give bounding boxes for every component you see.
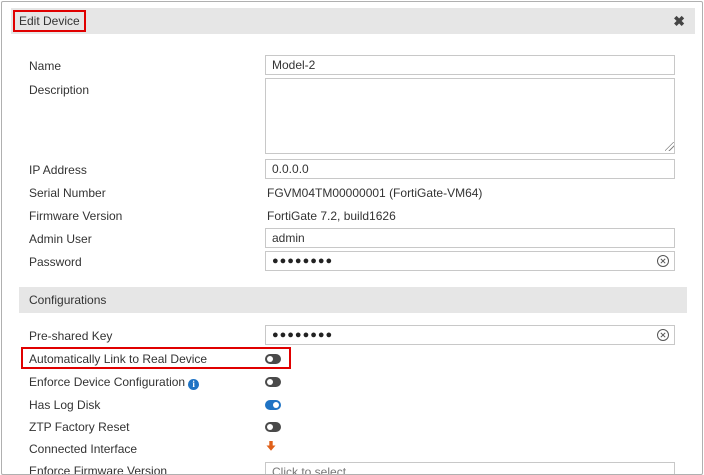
has-log-disk-toggle[interactable] [265, 400, 281, 410]
pre-shared-key-label: Pre-shared Key [29, 329, 113, 343]
dialog-titlebar: Edit Device ✖ [11, 8, 695, 34]
configurations-section-header: Configurations [19, 287, 687, 313]
name-label: Name [29, 59, 62, 73]
enforce-config-text: Enforce Device Configuration [29, 375, 186, 389]
enforce-firmware-label: Enforce Firmware Version [29, 464, 168, 475]
password-mask: ●●●●●●●● [272, 255, 334, 267]
name-input[interactable] [265, 55, 675, 75]
info-icon[interactable]: i [188, 379, 200, 390]
firmware-version-value: FortiGate 7.2, build1626 [267, 209, 396, 223]
clear-icon[interactable] [656, 328, 670, 342]
pre-shared-key-mask: ●●●●●●●● [272, 329, 334, 341]
admin-user-input[interactable] [265, 228, 675, 248]
ip-address-input[interactable] [265, 159, 675, 179]
auto-link-toggle[interactable] [265, 354, 281, 364]
password-label: Password [29, 255, 82, 269]
clear-icon[interactable] [656, 254, 670, 268]
description-label: Description [29, 83, 90, 97]
dialog-title: Edit Device [13, 10, 86, 32]
resize-grip-icon[interactable] [665, 142, 674, 151]
arrow-down-icon[interactable] [266, 441, 276, 451]
firmware-version-label: Firmware Version [29, 209, 123, 223]
ztp-reset-toggle[interactable] [265, 422, 281, 432]
ztp-reset-label: ZTP Factory Reset [29, 420, 130, 434]
configurations-title: Configurations [29, 293, 107, 307]
edit-device-dialog: Edit Device ✖ Name Description IP Addres… [1, 1, 703, 475]
password-input[interactable]: ●●●●●●●● [265, 251, 675, 271]
has-log-disk-label: Has Log Disk [29, 398, 101, 412]
connected-interface-label: Connected Interface [29, 442, 138, 456]
close-icon[interactable]: ✖ [673, 11, 685, 31]
pre-shared-key-input[interactable]: ●●●●●●●● [265, 325, 675, 345]
enforce-config-toggle[interactable] [265, 377, 281, 387]
serial-number-value: FGVM04TM00000001 (FortiGate-VM64) [267, 186, 483, 200]
enforce-firmware-select[interactable]: Click to select [265, 462, 675, 474]
serial-number-label: Serial Number [29, 186, 106, 200]
description-textarea[interactable] [265, 78, 675, 154]
enforce-config-label: Enforce Device Configuration i [29, 375, 200, 390]
ip-address-label: IP Address [29, 163, 87, 177]
admin-user-label: Admin User [29, 232, 92, 246]
auto-link-label: Automatically Link to Real Device [29, 352, 208, 366]
